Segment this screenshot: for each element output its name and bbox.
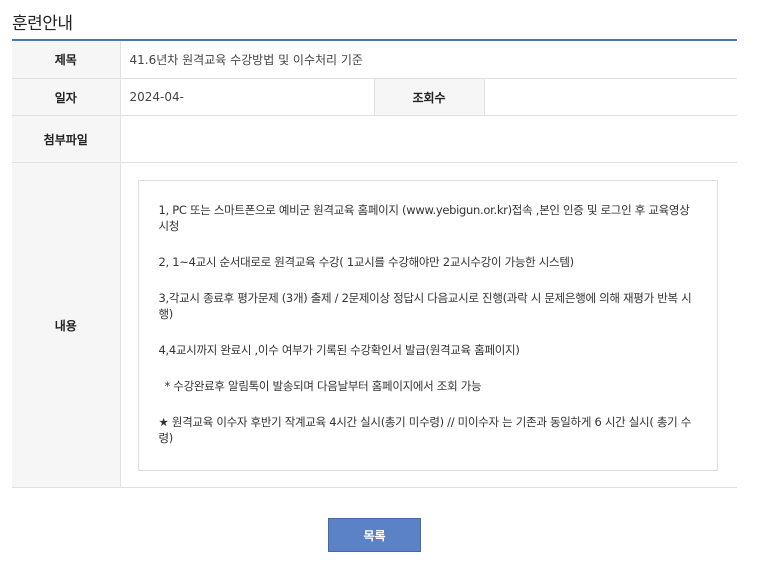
content-paragraph: 4,4교시까지 완료시 ,이수 여부가 기록된 수강확인서 발급(원격교육 홈페… bbox=[158, 342, 520, 357]
content-paragraph: 2, 1~4교시 순서대로로 원격교육 수강( 1교시를 수강해야만 2교시수강… bbox=[158, 254, 575, 269]
content-cell: 1, PC 또는 스마트폰으로 예비군 원격교육 홈페이지 (www.yebig… bbox=[120, 162, 738, 488]
attachment-label: 첨부파일 bbox=[12, 115, 121, 163]
views-value bbox=[484, 78, 738, 116]
content-paragraph: 3,각교시 종료후 평가문제 (3개) 출제 / 2문제이상 정답시 다음교시로… bbox=[158, 290, 692, 321]
content-paragraph: 1, PC 또는 스마트폰으로 예비군 원격교육 홈페이지 (www.yebig… bbox=[158, 202, 690, 233]
row-date: 일자 2024-04- 조회수 bbox=[12, 78, 738, 116]
subject-value: 41.6년차 원격교육 수강방법 및 이수처리 기준 bbox=[120, 41, 738, 79]
post-detail-table: 제목 41.6년차 원격교육 수강방법 및 이수처리 기준 일자 2024-04… bbox=[12, 41, 738, 488]
date-value: 2024-04- bbox=[120, 78, 374, 116]
row-subject: 제목 41.6년차 원격교육 수강방법 및 이수처리 기준 bbox=[12, 41, 738, 79]
views-label: 조회수 bbox=[373, 78, 485, 116]
subject-label: 제목 bbox=[12, 41, 121, 79]
page-title: 훈련안내 bbox=[12, 14, 73, 34]
list-button[interactable]: 목록 bbox=[328, 518, 421, 552]
content-box: 1, PC 또는 스마트폰으로 예비군 원격교육 홈페이지 (www.yebig… bbox=[137, 179, 718, 471]
row-content: 내용 1, PC 또는 스마트폰으로 예비군 원격교육 홈페이지 (www.ye… bbox=[12, 162, 738, 488]
date-label: 일자 bbox=[12, 78, 121, 116]
attachment-value bbox=[120, 115, 738, 163]
row-attachment: 첨부파일 bbox=[12, 115, 738, 163]
content-paragraph: ★ 원격교육 이수자 후반기 작계교육 4시간 실시(총기 미수령) // 미이… bbox=[158, 414, 692, 445]
content-paragraph: * 수강완료후 알림톡이 발송되며 다음날부터 홈페이지에서 조회 가능 bbox=[164, 378, 482, 393]
content-label: 내용 bbox=[12, 162, 121, 488]
